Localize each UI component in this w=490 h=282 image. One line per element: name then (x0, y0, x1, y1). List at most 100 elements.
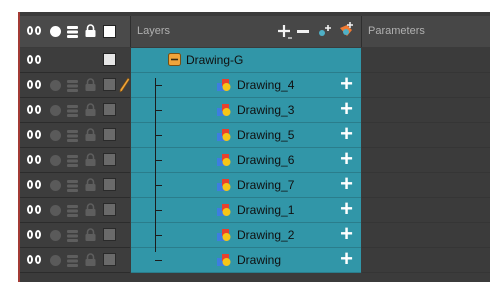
layer-row[interactable]: Drawing + (20, 248, 490, 273)
layer-toggles (20, 223, 130, 248)
layer-row[interactable]: Drawing_5 + (20, 123, 490, 148)
hierarchy-tick (155, 185, 162, 186)
layer-name: Drawing-G (186, 53, 244, 67)
hierarchy-tick (155, 160, 162, 161)
layer-color-swatch[interactable] (103, 228, 116, 241)
layer-row-group[interactable]: Drawing-G (20, 48, 490, 73)
expand-plus-icon[interactable]: + (340, 223, 353, 245)
layer-name-cell[interactable]: Drawing + (131, 248, 361, 273)
drawing-layer-icon (217, 203, 232, 217)
parameters-cell (362, 148, 490, 173)
layer-row[interactable]: Drawing_6 + (20, 148, 490, 173)
solo-icon[interactable] (50, 205, 61, 216)
stack-icon[interactable] (67, 129, 78, 142)
expand-plus-icon[interactable]: + (340, 248, 353, 270)
pencil-icon (119, 77, 130, 93)
hierarchy-tick (155, 110, 162, 111)
layer-color-swatch[interactable] (103, 128, 116, 141)
layer-name-cell[interactable]: Drawing_2 + (131, 223, 361, 248)
parameters-cell (362, 98, 490, 123)
lock-icon[interactable] (85, 153, 96, 166)
layer-color-swatch[interactable] (103, 103, 116, 116)
layer-name: Drawing_1 (237, 203, 295, 217)
add-peg-icon[interactable] (317, 24, 331, 38)
eye-icon[interactable] (26, 129, 44, 141)
layer-color-swatch[interactable] (103, 253, 116, 266)
solo-icon[interactable] (50, 255, 61, 266)
solo-icon[interactable] (50, 80, 61, 91)
stack-icon[interactable] (67, 154, 78, 167)
eye-icon[interactable] (26, 179, 44, 191)
lock-icon[interactable] (85, 253, 96, 266)
layer-row[interactable]: Drawing_7 + (20, 173, 490, 198)
drawing-layer-icon (217, 228, 232, 242)
layer-row[interactable]: Drawing_2 + (20, 223, 490, 248)
stack-icon[interactable] (67, 25, 78, 38)
layer-color-swatch[interactable] (103, 78, 116, 91)
layer-color-swatch[interactable] (103, 153, 116, 166)
lock-icon[interactable] (85, 178, 96, 191)
lock-icon[interactable] (85, 24, 96, 37)
stack-icon[interactable] (67, 204, 78, 217)
eye-icon[interactable] (26, 54, 44, 66)
color-swatch-icon[interactable] (103, 25, 116, 38)
add-layer-icon[interactable] (277, 22, 293, 40)
lock-icon[interactable] (85, 128, 96, 141)
eye-icon[interactable] (26, 154, 44, 166)
layer-name: Drawing_4 (237, 78, 295, 92)
expand-plus-icon[interactable]: + (340, 173, 353, 195)
eye-icon[interactable] (26, 79, 44, 91)
layer-color-swatch[interactable] (103, 53, 116, 66)
stack-icon[interactable] (67, 179, 78, 192)
eye-icon[interactable] (26, 254, 44, 266)
add-group-icon[interactable] (338, 22, 354, 39)
eye-icon[interactable] (26, 229, 44, 241)
layer-color-swatch[interactable] (103, 178, 116, 191)
remove-layer-icon[interactable] (297, 30, 309, 33)
layer-row[interactable]: Drawing_3 + (20, 98, 490, 123)
layer-name: Drawing_2 (237, 228, 295, 242)
layer-toggles (20, 148, 130, 173)
layer-color-swatch[interactable] (103, 203, 116, 216)
lock-icon[interactable] (85, 103, 96, 116)
layer-name-cell[interactable]: Drawing_3 + (131, 98, 361, 123)
expand-plus-icon[interactable]: + (340, 148, 353, 170)
solo-icon[interactable] (50, 230, 61, 241)
solo-icon[interactable] (50, 155, 61, 166)
layer-row[interactable]: Drawing_4 + (20, 73, 490, 98)
parameters-cell (362, 198, 490, 223)
layer-name-cell[interactable]: Drawing_6 + (131, 148, 361, 173)
lock-icon[interactable] (85, 78, 96, 91)
layer-row[interactable]: Drawing_1 + (20, 198, 490, 223)
drawing-layer-icon (217, 153, 232, 167)
layer-name-cell[interactable]: Drawing-G (131, 48, 361, 73)
expand-plus-icon[interactable]: + (340, 98, 353, 120)
stack-icon[interactable] (67, 229, 78, 242)
stack-icon[interactable] (67, 79, 78, 92)
lock-icon[interactable] (85, 228, 96, 241)
layer-name: Drawing_3 (237, 103, 295, 117)
solo-icon[interactable] (50, 180, 61, 191)
show-all-eye-icon[interactable] (26, 25, 44, 37)
layer-toggles (20, 73, 130, 98)
layer-name-cell[interactable]: Drawing_4 + (131, 73, 361, 98)
expand-plus-icon[interactable]: + (340, 73, 353, 95)
stack-icon[interactable] (67, 104, 78, 117)
layer-name-cell[interactable]: Drawing_5 + (131, 123, 361, 148)
solo-icon[interactable] (50, 105, 61, 116)
solo-icon[interactable] (50, 26, 61, 37)
parameters-cell (362, 248, 490, 273)
hierarchy-tick (155, 210, 162, 211)
expand-plus-icon[interactable]: + (340, 198, 353, 220)
expand-plus-icon[interactable]: + (340, 123, 353, 145)
layer-name-cell[interactable]: Drawing_7 + (131, 173, 361, 198)
stack-icon[interactable] (67, 254, 78, 267)
layer-name-cell[interactable]: Drawing_1 + (131, 198, 361, 223)
layer-toggles (20, 98, 130, 123)
parameters-column-header: Parameters (362, 16, 490, 47)
eye-icon[interactable] (26, 104, 44, 116)
lock-icon[interactable] (85, 203, 96, 216)
layer-name: Drawing_7 (237, 178, 295, 192)
eye-icon[interactable] (26, 204, 44, 216)
solo-icon[interactable] (50, 130, 61, 141)
